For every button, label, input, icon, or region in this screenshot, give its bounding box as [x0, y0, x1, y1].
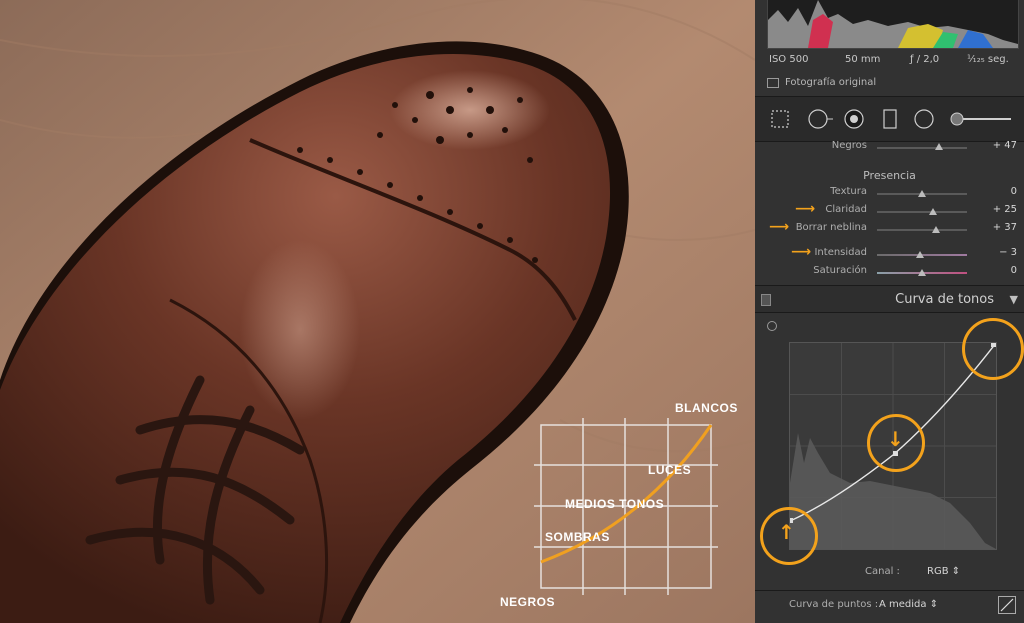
negros-thumb[interactable]: [935, 143, 943, 150]
exif-focal: 50 mm: [845, 54, 881, 65]
collapse-triangle-icon[interactable]: ▼: [1010, 293, 1018, 306]
overlay-medios-tonos: MEDIOS TONOS: [565, 497, 664, 511]
graduated-filter-icon[interactable]: [879, 108, 901, 130]
highlight-circle-midtones: ↓: [867, 414, 925, 472]
channel-label: Canal :: [865, 566, 900, 577]
channel-value: RGB: [927, 566, 949, 577]
up-arrow-icon: ↑: [778, 520, 795, 544]
exif-iso: ISO 500: [769, 54, 809, 65]
slider-label: Textura: [830, 186, 867, 197]
presencia-title: Presencia: [863, 169, 916, 182]
point-curve-edit-icon[interactable]: [998, 596, 1016, 614]
slider-track[interactable]: [877, 211, 967, 213]
photo-preview: BLANCOS LUCES MEDIOS TONOS SOMBRAS NEGRO…: [0, 0, 755, 623]
overlay-blancos: BLANCOS: [675, 401, 738, 415]
slider-thumb[interactable]: [916, 251, 925, 258]
slider-value: 0: [1010, 265, 1017, 276]
negros-slider[interactable]: [877, 147, 967, 149]
develop-panel: ISO 500 50 mm ƒ / 2,0 ¹⁄₁₂₅ seg. Fotogra…: [755, 0, 1024, 623]
exif-aperture: ƒ / 2,0: [910, 54, 940, 65]
overlay-luces: LUCES: [648, 463, 691, 477]
slider-thumb[interactable]: [928, 208, 937, 215]
tone-curve-header[interactable]: Curva de tonos ▼: [755, 286, 1024, 312]
negros-label: Negros: [831, 140, 867, 151]
slider-thumb[interactable]: [918, 269, 926, 276]
highlight-circle-whites: [962, 318, 1024, 380]
overlay-negros: NEGROS: [500, 595, 555, 609]
original-photo-checkbox[interactable]: [767, 78, 779, 88]
channel-select[interactable]: RGB ⇕: [927, 566, 960, 577]
panel-switch-icon[interactable]: [761, 294, 771, 306]
radial-filter-icon[interactable]: [913, 108, 935, 130]
slider-thumb[interactable]: [918, 190, 926, 197]
slider-label: Intensidad: [814, 247, 867, 258]
tone-curve-title: Curva de tonos: [895, 292, 994, 307]
shoe-photo: BLANCOS LUCES MEDIOS TONOS SOMBRAS NEGRO…: [0, 0, 755, 623]
crop-tool-icon[interactable]: [769, 108, 791, 130]
histogram: [767, 0, 1019, 49]
claridad-arrow-icon: ⟶: [795, 201, 816, 217]
overlay-sombras: SOMBRAS: [545, 530, 610, 544]
updown-chevron-icon: ⇕: [929, 599, 939, 610]
slider-thumb[interactable]: [932, 226, 941, 233]
slider-value: − 3: [999, 247, 1017, 258]
point-curve-select[interactable]: A medida ⇕: [879, 599, 938, 610]
original-photo-label: Fotografía original: [785, 77, 877, 88]
spot-removal-icon[interactable]: [807, 108, 833, 130]
intensidad-arrow-icon: ⟶: [791, 244, 812, 260]
tool-strip: [755, 97, 1024, 141]
point-curve-value: A medida: [879, 599, 927, 610]
red-eye-icon[interactable]: [843, 108, 865, 130]
adjustment-brush-icon[interactable]: [949, 108, 1015, 130]
slider-label: Saturación: [813, 265, 867, 276]
point-curve-label: Curva de puntos :: [789, 599, 879, 610]
slider-value: 0: [1010, 186, 1017, 197]
highlight-circle-shadows: ↑: [760, 507, 818, 565]
negros-value: + 47: [992, 140, 1017, 151]
slider-label: Claridad: [825, 204, 867, 215]
slider-track[interactable]: [877, 229, 967, 231]
slider-value: + 37: [992, 222, 1017, 233]
updown-chevron-icon: ⇕: [951, 566, 961, 577]
down-arrow-icon: ↓: [887, 427, 904, 451]
borrar-neblina-arrow-icon: ⟶: [769, 219, 790, 235]
slider-value: + 25: [992, 204, 1017, 215]
exif-shutter: ¹⁄₁₂₅ seg.: [967, 54, 1009, 65]
target-adjust-icon[interactable]: [767, 321, 777, 331]
